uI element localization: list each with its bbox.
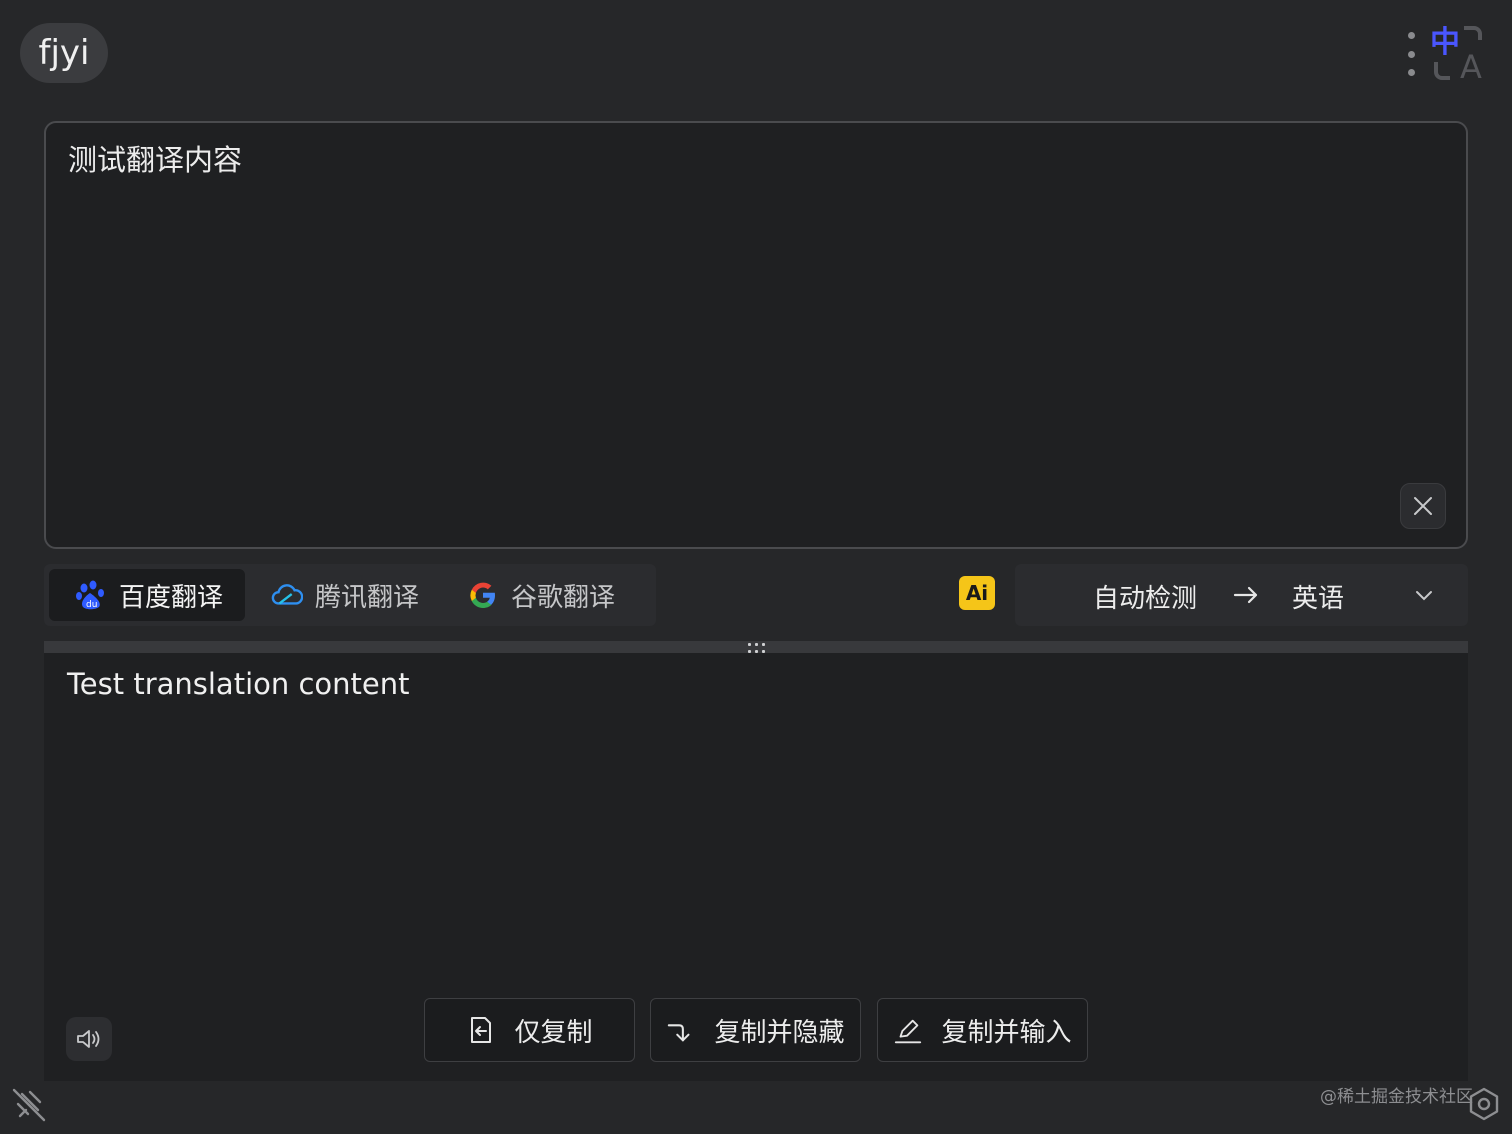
settings-icon[interactable] [1466, 1086, 1502, 1122]
source-language[interactable]: 自动检测 [1093, 578, 1197, 615]
logo-letter: A [1460, 48, 1482, 82]
translate-logo-icon[interactable]: 中 A [1428, 22, 1492, 82]
baidu-icon: du [75, 579, 107, 611]
result-panel: Test translation content 仅复制 复制并隐藏 复制并输入 [44, 653, 1468, 1081]
engine-tabs: du 百度翻译 腾讯翻译 谷歌翻译 [44, 564, 656, 626]
arrow-down-right-icon [666, 1015, 696, 1045]
clear-button[interactable] [1400, 483, 1446, 529]
edit-icon [893, 1015, 923, 1045]
action-label: 仅复制 [514, 1017, 593, 1048]
tencent-cloud-icon [271, 579, 304, 611]
speak-button[interactable] [66, 1017, 112, 1061]
tab-label: 腾讯翻译 [315, 582, 420, 613]
copy-and-hide-button[interactable]: 复制并隐藏 [650, 998, 861, 1062]
copy-icon [466, 1015, 496, 1045]
svg-text:du: du [86, 600, 97, 610]
logo-char: 中 [1430, 25, 1460, 60]
target-language[interactable]: 英语 [1292, 578, 1344, 615]
arrow-right-icon [1233, 586, 1258, 604]
drag-handle-icon[interactable] [746, 643, 766, 653]
watermark: @稀土掘金技术社区 [1320, 1087, 1473, 1107]
ai-toggle-button[interactable]: Ai [959, 576, 995, 610]
tab-label: 谷歌翻译 [511, 582, 616, 613]
unpin-icon[interactable] [10, 1086, 48, 1124]
source-text[interactable]: 测试翻译内容 [68, 137, 242, 179]
tab-baidu[interactable]: du 百度翻译 [49, 569, 246, 621]
action-label: 复制并输入 [941, 1017, 1072, 1048]
copy-and-input-button[interactable]: 复制并输入 [877, 998, 1088, 1062]
app-badge[interactable]: fjyi [20, 23, 108, 83]
action-label: 复制并隐藏 [714, 1017, 845, 1048]
close-icon [1414, 497, 1432, 515]
result-text[interactable]: Test translation content [67, 667, 410, 701]
copy-only-button[interactable]: 仅复制 [424, 998, 635, 1062]
language-selector[interactable]: 自动检测 英语 [1015, 564, 1468, 626]
chevron-down-icon[interactable] [1413, 584, 1435, 606]
google-icon [467, 579, 499, 611]
more-vertical-icon[interactable] [1402, 32, 1420, 76]
tab-google[interactable]: 谷歌翻译 [441, 569, 637, 621]
tab-tencent[interactable]: 腾讯翻译 [245, 569, 441, 621]
tab-label: 百度翻译 [119, 582, 224, 613]
source-textarea[interactable]: 测试翻译内容 [44, 121, 1468, 549]
speaker-icon [77, 1030, 100, 1048]
